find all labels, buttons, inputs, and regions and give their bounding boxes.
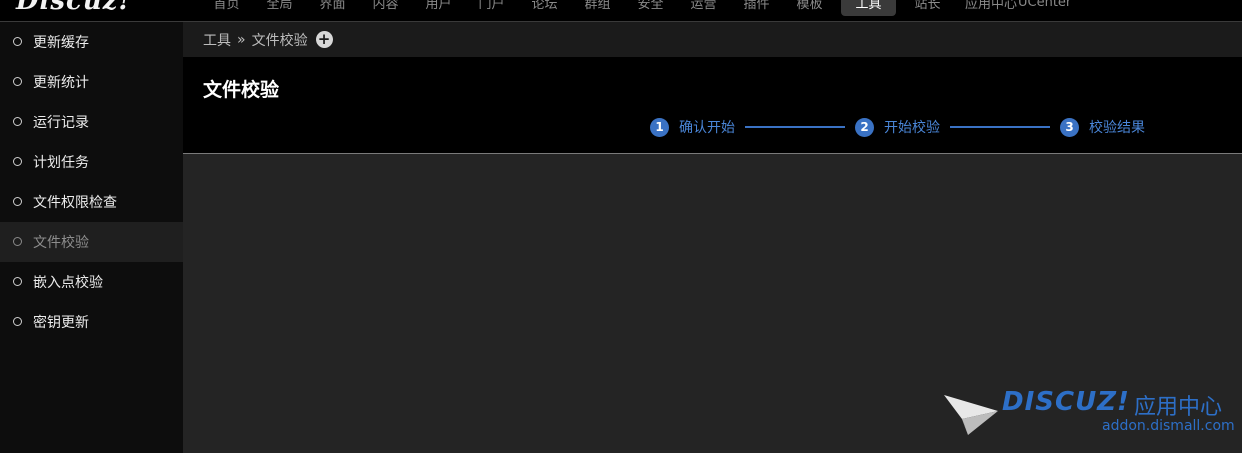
step-connector [950,126,1050,128]
step-indicator: 1 确认开始 2 开始校验 3 校验结果 [650,117,1145,137]
circle-bullet-icon [13,157,22,166]
nav-item-home[interactable]: 首页 [211,0,242,12]
step-connector [745,126,845,128]
sidebar-item-label: 计划任务 [33,155,89,171]
step-1: 1 确认开始 [650,117,735,137]
breadcrumb: 工具 » 文件校验 + [183,22,1242,57]
step-label: 确认开始 [679,120,735,136]
nav-item-plugins[interactable]: 插件 [741,0,772,12]
sidebar-item-hook-verify[interactable]: 嵌入点校验 [0,262,183,302]
step-number: 3 [1060,117,1079,137]
breadcrumb-root[interactable]: 工具 [203,30,231,50]
nav-item-portal[interactable]: 门户 [476,0,507,12]
step-3: 3 校验结果 [1060,117,1145,137]
nav-item-ucenter[interactable]: UCenter [1018,0,1071,10]
sidebar-item-update-stats[interactable]: 更新统计 [0,62,183,102]
circle-bullet-icon [13,317,22,326]
watermark-brand: DISCUZ! [1002,387,1130,417]
nav-item-groups[interactable]: 群组 [582,0,613,12]
step-2: 2 开始校验 [855,117,940,137]
sidebar-item-update-cache[interactable]: 更新缓存 [0,22,183,62]
step-number: 2 [855,117,874,137]
discuz-logo[interactable]: Discuz! [16,0,131,16]
nav-item-security[interactable]: 安全 [635,0,666,12]
step-label: 开始校验 [884,120,940,136]
sidebar-item-file-verify[interactable]: 文件校验 [0,222,183,262]
page-header: 文件校验 1 确认开始 2 开始校验 3 校验结果 [183,57,1242,154]
paper-plane-icon [944,395,998,435]
circle-bullet-icon [13,77,22,86]
nav-item-app-center[interactable]: 应用中心 [965,0,1017,12]
nav-item-templates[interactable]: 模板 [794,0,825,12]
nav-item-tools[interactable]: 工具 [841,0,896,16]
step-label: 校验结果 [1089,120,1145,136]
circle-bullet-icon [13,277,22,286]
circle-bullet-icon [13,37,22,46]
top-nav: 首页 全局 界面 内容 用户 门户 论坛 群组 安全 运营 插件 模板 工具 站… [200,0,1071,16]
nav-item-forum[interactable]: 论坛 [529,0,560,12]
sidebar-item-scheduled-tasks[interactable]: 计划任务 [0,142,183,182]
circle-bullet-icon [13,237,22,246]
plus-circle-icon[interactable]: + [315,31,333,48]
sidebar-item-label: 文件校验 [33,235,89,251]
sidebar-item-label: 密钥更新 [33,315,89,331]
watermark: DISCUZ! 应用中心 addon.dismall.com [942,385,1235,445]
page-title: 文件校验 [203,79,280,101]
sidebar-item-label: 更新缓存 [33,35,89,51]
nav-item-admin[interactable]: 站长 [912,0,943,12]
sidebar-item-run-log[interactable]: 运行记录 [0,102,183,142]
breadcrumb-current: 文件校验 [251,32,308,49]
circle-bullet-icon [13,197,22,206]
sidebar-item-key-update[interactable]: 密钥更新 [0,302,183,342]
circle-bullet-icon [13,117,22,126]
sidebar-item-label: 更新统计 [33,75,89,91]
sidebar: 更新缓存 更新统计 运行记录 计划任务 文件权限检查 文件校验 嵌入点校验 密钥… [0,22,183,453]
sidebar-item-label: 文件权限检查 [33,195,117,211]
nav-item-interface[interactable]: 界面 [317,0,348,12]
nav-item-users[interactable]: 用户 [423,0,454,12]
nav-item-operations[interactable]: 运营 [688,0,719,12]
top-navbar: Discuz! 首页 全局 界面 内容 用户 门户 论坛 群组 安全 运营 插件… [0,0,1242,22]
nav-item-global[interactable]: 全局 [264,0,295,12]
step-number: 1 [650,117,669,137]
sidebar-item-label: 嵌入点校验 [33,275,103,291]
watermark-app-center: 应用中心 [1134,395,1223,420]
sidebar-item-file-permission-check[interactable]: 文件权限检查 [0,182,183,222]
sidebar-item-label: 运行记录 [33,115,89,131]
breadcrumb-separator: » [237,31,246,48]
nav-item-content[interactable]: 内容 [370,0,401,12]
watermark-url: addon.dismall.com [1102,418,1235,434]
